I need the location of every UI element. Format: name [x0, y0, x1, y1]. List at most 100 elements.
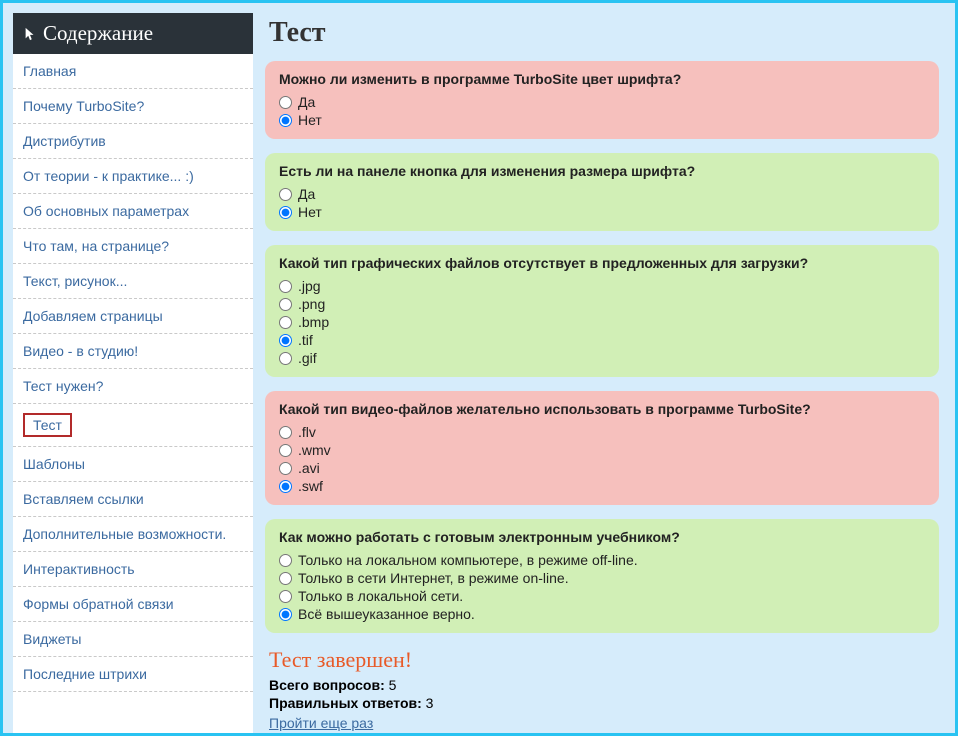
option-label: .png — [298, 296, 325, 312]
question-text: Какой тип графических файлов отсутствует… — [279, 255, 925, 271]
result-correct: Правильных ответов: 3 — [269, 695, 939, 711]
question-1: Есть ли на панеле кнопка для изменения р… — [265, 153, 939, 231]
radio-input[interactable] — [279, 444, 292, 457]
sidebar-title: Содержание — [43, 21, 153, 46]
sidebar-item-8[interactable]: Видео - в студию! — [13, 334, 253, 369]
sidebar-item-label: Тест — [23, 413, 72, 437]
question-3: Какой тип видео-файлов желательно исполь… — [265, 391, 939, 505]
question-4: Как можно работать с готовым электронным… — [265, 519, 939, 633]
retry-link[interactable]: Пройти еще раз — [269, 715, 373, 731]
option-label: Нет — [298, 204, 322, 220]
sidebar-item-6[interactable]: Текст, рисунок... — [13, 264, 253, 299]
radio-input[interactable] — [279, 188, 292, 201]
option-1-1: Нет — [279, 203, 925, 221]
question-text: Какой тип видео-файлов желательно исполь… — [279, 401, 925, 417]
sidebar-item-16[interactable]: Виджеты — [13, 622, 253, 657]
radio-input[interactable] — [279, 480, 292, 493]
radio-input[interactable] — [279, 572, 292, 585]
option-4-0: Только на локальном компьютере, в режиме… — [279, 551, 925, 569]
sidebar-item-2[interactable]: Дистрибутив — [13, 124, 253, 159]
radio-input[interactable] — [279, 114, 292, 127]
sidebar-item-label: Вставляем ссылки — [23, 491, 144, 507]
sidebar-item-label: Видео - в студию! — [23, 343, 138, 359]
option-3-3: .swf — [279, 477, 925, 495]
sidebar-item-15[interactable]: Формы обратной связи — [13, 587, 253, 622]
sidebar-item-label: Интерактивность — [23, 561, 135, 577]
sidebar-item-label: Формы обратной связи — [23, 596, 174, 612]
sidebar-item-11[interactable]: Шаблоны — [13, 447, 253, 482]
radio-input[interactable] — [279, 608, 292, 621]
radio-input[interactable] — [279, 316, 292, 329]
sidebar-item-label: Последние штрихи — [23, 666, 147, 682]
cursor-icon — [23, 27, 37, 41]
sidebar-item-3[interactable]: От теории - к практике... :) — [13, 159, 253, 194]
sidebar-item-12[interactable]: Вставляем ссылки — [13, 482, 253, 517]
radio-input[interactable] — [279, 554, 292, 567]
main-content: Тест Можно ли изменить в программе Turbo… — [259, 3, 955, 733]
sidebar-item-label: Текст, рисунок... — [23, 273, 127, 289]
question-text: Как можно работать с готовым электронным… — [279, 529, 925, 545]
option-2-2: .bmp — [279, 313, 925, 331]
sidebar-item-10[interactable]: Тест — [13, 404, 253, 447]
option-label: .tif — [298, 332, 313, 348]
option-4-1: Только в сети Интернет, в режиме on-line… — [279, 569, 925, 587]
option-2-4: .gif — [279, 349, 925, 367]
sidebar-item-label: Почему TurboSite? — [23, 98, 144, 114]
sidebar-item-17[interactable]: Последние штрихи — [13, 657, 253, 692]
option-label: Да — [298, 186, 315, 202]
sidebar-item-0[interactable]: Главная — [13, 54, 253, 89]
option-1-0: Да — [279, 185, 925, 203]
sidebar-item-label: Виджеты — [23, 631, 82, 647]
sidebar-item-13[interactable]: Дополнительные возможности. — [13, 517, 253, 552]
result-title: Тест завершен! — [269, 647, 939, 673]
option-4-2: Только в локальной сети. — [279, 587, 925, 605]
sidebar-item-label: От теории - к практике... :) — [23, 168, 194, 184]
option-label: Да — [298, 94, 315, 110]
sidebar-item-5[interactable]: Что там, на странице? — [13, 229, 253, 264]
option-label: .swf — [298, 478, 323, 494]
option-label: Всё вышеуказанное верно. — [298, 606, 475, 622]
sidebar-item-label: Что там, на странице? — [23, 238, 169, 254]
option-4-3: Всё вышеуказанное верно. — [279, 605, 925, 623]
option-label: Только на локальном компьютере, в режиме… — [298, 552, 638, 568]
sidebar-item-label: Главная — [23, 63, 76, 79]
option-2-1: .png — [279, 295, 925, 313]
sidebar-header: Содержание — [13, 13, 253, 54]
option-label: Только в локальной сети. — [298, 588, 463, 604]
radio-input[interactable] — [279, 334, 292, 347]
sidebar: Содержание Главная Почему TurboSite? Дистр… — [13, 13, 253, 733]
radio-input[interactable] — [279, 280, 292, 293]
sidebar-item-label: Шаблоны — [23, 456, 85, 472]
option-3-1: .wmv — [279, 441, 925, 459]
option-label: .gif — [298, 350, 317, 366]
option-label: Только в сети Интернет, в режиме on-line… — [298, 570, 569, 586]
radio-input[interactable] — [279, 590, 292, 603]
question-text: Есть ли на панеле кнопка для изменения р… — [279, 163, 925, 179]
option-3-0: .flv — [279, 423, 925, 441]
option-2-3: .tif — [279, 331, 925, 349]
radio-input[interactable] — [279, 298, 292, 311]
radio-input[interactable] — [279, 96, 292, 109]
option-0-0: Да — [279, 93, 925, 111]
radio-input[interactable] — [279, 206, 292, 219]
question-2: Какой тип графических файлов отсутствует… — [265, 245, 939, 377]
option-label: .bmp — [298, 314, 329, 330]
radio-input[interactable] — [279, 426, 292, 439]
sidebar-item-label: Об основных параметрах — [23, 203, 189, 219]
sidebar-item-label: Тест нужен? — [23, 378, 103, 394]
sidebar-item-4[interactable]: Об основных параметрах — [13, 194, 253, 229]
sidebar-item-9[interactable]: Тест нужен? — [13, 369, 253, 404]
sidebar-item-1[interactable]: Почему TurboSite? — [13, 89, 253, 124]
page-title: Тест — [269, 17, 939, 49]
sidebar-item-14[interactable]: Интерактивность — [13, 552, 253, 587]
sidebar-item-label: Добавляем страницы — [23, 308, 163, 324]
question-0: Можно ли изменить в программе TurboSite … — [265, 61, 939, 139]
radio-input[interactable] — [279, 462, 292, 475]
option-label: .wmv — [298, 442, 331, 458]
sidebar-item-label: Дистрибутив — [23, 133, 106, 149]
sidebar-item-7[interactable]: Добавляем страницы — [13, 299, 253, 334]
radio-input[interactable] — [279, 352, 292, 365]
option-label: .flv — [298, 424, 316, 440]
option-label: Нет — [298, 112, 322, 128]
result-total: Всего вопросов: 5 — [269, 677, 939, 693]
